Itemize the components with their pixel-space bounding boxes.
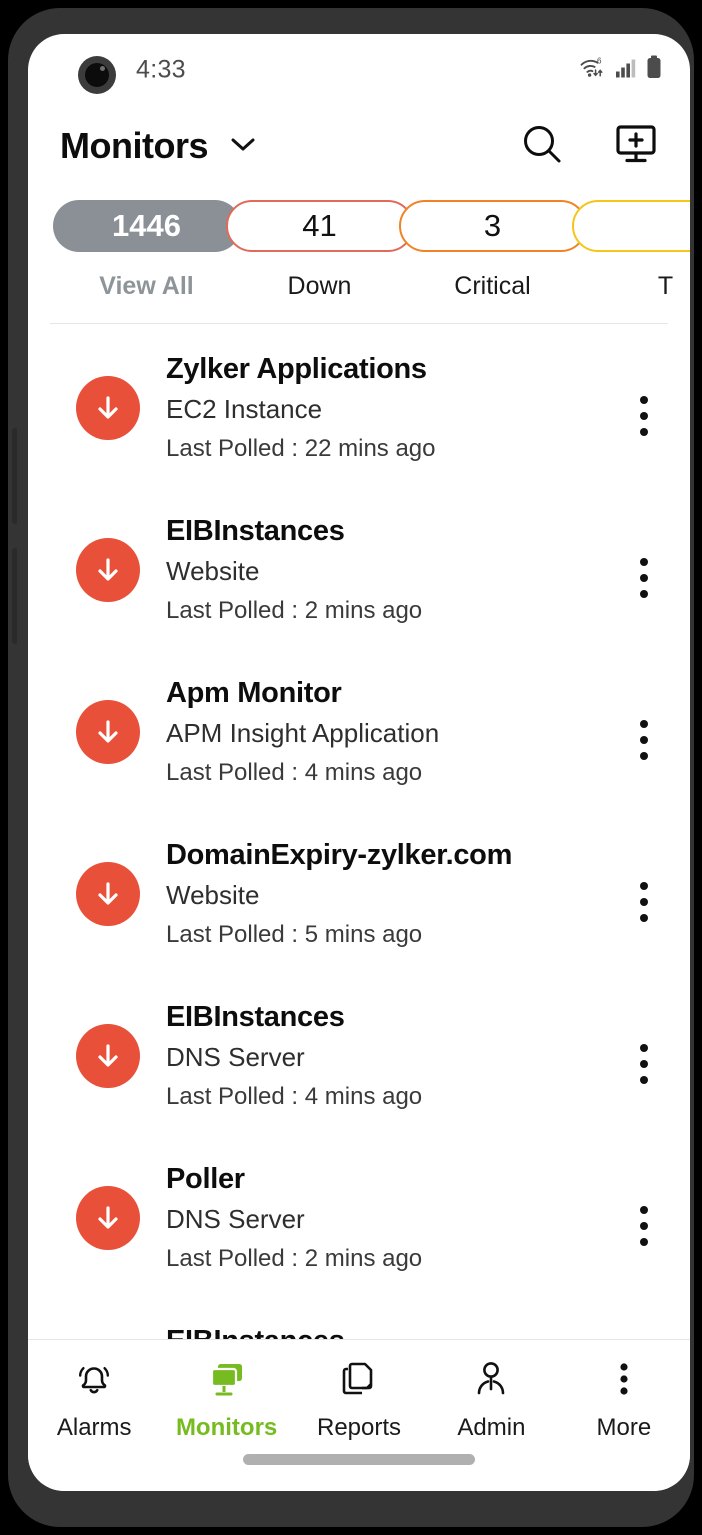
monitor-type: Website bbox=[166, 556, 260, 587]
status-bar-icons: 6 bbox=[580, 55, 662, 85]
nav-item-admin[interactable]: Admin bbox=[425, 1356, 557, 1442]
arrow-down-icon bbox=[98, 882, 118, 905]
volume-up-button[interactable] bbox=[12, 428, 17, 524]
status-badge bbox=[76, 538, 140, 602]
page-title: Monitors bbox=[60, 125, 208, 166]
monitor-row[interactable]: Zylker Applications EC2 Instance Last Poll… bbox=[28, 324, 690, 486]
nav-item-more[interactable]: More bbox=[558, 1356, 690, 1442]
monitor-row-body: EIBInstances Website Last Polled : 2 mins … bbox=[140, 512, 624, 625]
front-camera-icon bbox=[78, 56, 116, 94]
monitor-type: APM Insight Application bbox=[166, 718, 440, 749]
monitor-row-body: Zylker Applications EC2 Instance Last Poll… bbox=[140, 350, 624, 463]
search-button[interactable] bbox=[520, 122, 564, 171]
monitor-name: Zylker Applications bbox=[166, 353, 427, 385]
monitor-last-polled: Last Polled : 2 mins ago bbox=[166, 1244, 423, 1272]
wifi-icon: 6 bbox=[580, 56, 608, 85]
filter-chip-label: View All bbox=[99, 272, 194, 300]
more-dots-icon bbox=[603, 1356, 645, 1404]
monitors-icon bbox=[206, 1356, 248, 1404]
nav-label: Reports bbox=[316, 1414, 402, 1441]
bottom-navigation-bar: Alarms Monitors Reports Admin More bbox=[28, 1339, 690, 1491]
reports-icon bbox=[338, 1356, 380, 1404]
add-monitor-button[interactable] bbox=[614, 122, 658, 171]
status-badge bbox=[76, 376, 140, 440]
status-time: 4:33 bbox=[136, 55, 186, 84]
search-icon bbox=[520, 122, 564, 171]
nav-label: Alarms bbox=[56, 1414, 132, 1441]
monitor-row-body: DomainExpiry-zylker.com Website Last Polle… bbox=[140, 836, 624, 949]
monitor-type: Website bbox=[166, 880, 260, 911]
nav-label: Monitors bbox=[175, 1414, 278, 1441]
monitor-type: DNS Server bbox=[166, 1042, 305, 1073]
person-icon bbox=[470, 1356, 512, 1404]
status-badge bbox=[76, 700, 140, 764]
status-bar: 4:33 6 bbox=[28, 34, 690, 106]
monitor-overflow-menu-button[interactable] bbox=[624, 396, 664, 436]
filter-chip-count: 3 bbox=[398, 200, 587, 252]
monitor-overflow-menu-button[interactable] bbox=[624, 882, 664, 922]
bell-icon bbox=[73, 1356, 115, 1404]
monitor-row[interactable]: EIBInstances Website Last Polled : 2 mins … bbox=[28, 486, 690, 648]
monitor-name: EIBInstances bbox=[166, 515, 345, 547]
cellular-signal-icon bbox=[616, 58, 638, 83]
app-header: Monitors bbox=[28, 106, 690, 186]
arrow-down-icon bbox=[98, 720, 118, 743]
status-badge bbox=[76, 862, 140, 926]
monitor-row-body: EIBInstances DNS Server Last Polled : 4 mi… bbox=[140, 998, 624, 1111]
filter-chip-down[interactable]: 41 Down bbox=[225, 200, 414, 301]
phone-frame: 4:33 6 Monitors 1446 View All 41 Down 3 … bbox=[8, 8, 694, 1527]
monitor-overflow-menu-button[interactable] bbox=[624, 720, 664, 760]
status-badge bbox=[76, 1186, 140, 1250]
nav-item-monitors[interactable]: Monitors bbox=[160, 1356, 292, 1442]
nav-item-alarms[interactable]: Alarms bbox=[28, 1356, 160, 1442]
monitor-last-polled: Last Polled : 5 mins ago bbox=[166, 920, 423, 948]
nav-item-reports[interactable]: Reports bbox=[293, 1356, 425, 1442]
monitors-dropdown-button[interactable] bbox=[230, 136, 256, 157]
monitor-row[interactable]: Poller DNS Server Last Polled : 2 mins ago bbox=[28, 1134, 690, 1296]
filter-chip-count: 41 bbox=[225, 200, 414, 252]
add-monitor-icon bbox=[614, 122, 658, 171]
monitor-list[interactable]: Zylker Applications EC2 Instance Last Poll… bbox=[28, 324, 690, 1350]
phone-screen: 4:33 6 Monitors 1446 View All 41 Down 3 … bbox=[28, 34, 690, 1491]
filter-chip-view-all[interactable]: 1446 View All bbox=[52, 200, 241, 301]
nav-label: Admin bbox=[457, 1414, 526, 1441]
monitor-name: EIBInstances bbox=[166, 1001, 345, 1033]
monitor-overflow-menu-button[interactable] bbox=[624, 1206, 664, 1246]
svg-text:6: 6 bbox=[597, 57, 602, 66]
monitor-type: EC2 Instance bbox=[166, 394, 323, 425]
monitor-name: DomainExpiry-zylker.com bbox=[166, 839, 513, 871]
monitor-last-polled: Last Polled : 4 mins ago bbox=[166, 758, 423, 786]
filter-chip-label: Down bbox=[287, 272, 352, 300]
monitor-last-polled: Last Polled : 4 mins ago bbox=[166, 1082, 423, 1110]
monitor-type: DNS Server bbox=[166, 1204, 305, 1235]
monitor-name: Poller bbox=[166, 1163, 245, 1195]
monitor-row-body: Poller DNS Server Last Polled : 2 mins ago bbox=[140, 1160, 624, 1273]
filter-chip-label: T bbox=[657, 272, 674, 300]
monitor-overflow-menu-button[interactable] bbox=[624, 1044, 664, 1084]
nav-label: More bbox=[596, 1414, 652, 1441]
monitor-row[interactable]: DomainExpiry-zylker.com Website Last Polle… bbox=[28, 810, 690, 972]
arrow-down-icon bbox=[98, 558, 118, 581]
filter-chip-count bbox=[571, 200, 690, 252]
filter-chip-count: 1446 bbox=[52, 200, 241, 252]
monitor-row-body: Apm Monitor APM Insight Application Last P… bbox=[140, 674, 624, 787]
filter-chip-label: Critical bbox=[454, 272, 531, 300]
arrow-down-icon bbox=[98, 1206, 118, 1229]
filter-chip-critical[interactable]: 3 Critical bbox=[398, 200, 587, 301]
monitor-last-polled: Last Polled : 2 mins ago bbox=[166, 596, 423, 624]
home-indicator[interactable] bbox=[243, 1454, 475, 1465]
status-filter-strip[interactable]: 1446 View All 41 Down 3 Critical T bbox=[28, 186, 690, 301]
arrow-down-icon bbox=[98, 396, 118, 419]
battery-icon bbox=[646, 55, 662, 85]
filter-chip-trouble[interactable]: T bbox=[571, 200, 690, 301]
monitor-row[interactable]: EIBInstances DNS Server Last Polled : 4 mi… bbox=[28, 972, 690, 1134]
status-badge bbox=[76, 1024, 140, 1088]
monitor-name: Apm Monitor bbox=[166, 677, 342, 709]
chevron-down-icon bbox=[230, 136, 256, 157]
monitor-last-polled: Last Polled : 22 mins ago bbox=[166, 434, 436, 462]
monitor-row[interactable]: Apm Monitor APM Insight Application Last P… bbox=[28, 648, 690, 810]
arrow-down-icon bbox=[98, 1044, 118, 1067]
volume-down-button[interactable] bbox=[12, 548, 17, 644]
monitor-overflow-menu-button[interactable] bbox=[624, 558, 664, 598]
